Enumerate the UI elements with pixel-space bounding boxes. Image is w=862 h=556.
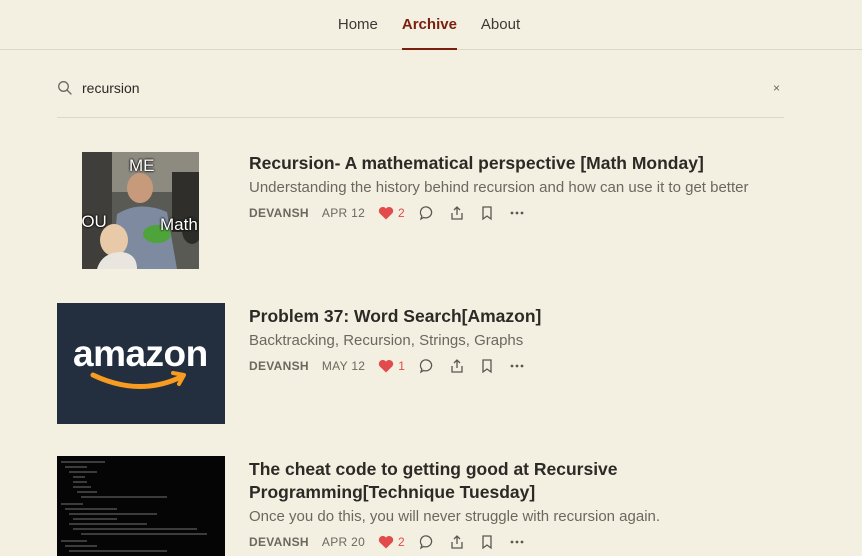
post-title-line: The cheat code to getting good at Recurs… (249, 459, 618, 479)
like-count: 2 (398, 535, 406, 549)
more-icon (510, 364, 524, 368)
search-bar: × (57, 72, 784, 118)
post-title[interactable]: The cheat code to getting good at Recurs… (249, 458, 789, 504)
post-title[interactable]: Problem 37: Word Search[Amazon] (249, 305, 789, 328)
like-count: 1 (398, 359, 406, 373)
post-subtitle: Once you do this, you will never struggl… (249, 508, 661, 525)
tab-about[interactable]: About (469, 0, 532, 49)
more-icon (510, 211, 524, 215)
code-screenshot-image (61, 461, 207, 552)
post-meta: DEVANSH APR 20 2 (249, 534, 789, 550)
comment-icon (420, 359, 433, 374)
bookmark-icon (482, 535, 492, 550)
tab-archive[interactable]: Archive (390, 0, 469, 50)
post-meta: DEVANSH APR 12 2 (249, 205, 789, 221)
post-meta: DEVANSH MAY 12 1 (249, 358, 789, 374)
comment-button[interactable] (419, 534, 435, 550)
heart-icon (379, 359, 394, 373)
amazon-smile-icon (90, 371, 186, 389)
share-button[interactable] (449, 358, 465, 374)
post-date: APR 12 (321, 206, 366, 220)
like-button[interactable]: 2 (378, 535, 405, 549)
post-title[interactable]: Recursion- A mathematical perspective [M… (249, 152, 789, 175)
heart-icon (378, 206, 394, 220)
more-options-button[interactable] (509, 205, 525, 221)
search-icon (58, 80, 72, 95)
like-count: 2 (398, 206, 406, 220)
post-author[interactable]: DEVANSH (249, 359, 309, 373)
share-icon (451, 206, 463, 220)
post-author[interactable]: DEVANSH (249, 206, 309, 220)
post-subtitle: Backtracking, Recursion, Strings, Graphs (249, 332, 524, 349)
heart-icon (378, 535, 394, 549)
post-subtitle: Understanding the history behind recursi… (249, 179, 749, 196)
post-item: amazon Problem 37: Word Search[Amazon] B… (57, 303, 797, 425)
meme-text-right: Math (160, 215, 198, 234)
post-item: The cheat code to getting good at Recurs… (57, 456, 797, 556)
comment-icon (419, 206, 433, 221)
share-button[interactable] (449, 205, 465, 221)
share-button[interactable] (449, 534, 465, 550)
more-icon (510, 540, 524, 544)
post-date: APR 20 (321, 535, 366, 549)
bookmark-button[interactable] (479, 358, 495, 374)
post-title-line: Programming[Technique Tuesday] (249, 482, 536, 502)
comment-button[interactable] (419, 205, 435, 221)
share-icon (451, 535, 463, 549)
comment-icon (419, 535, 433, 550)
comment-button[interactable] (419, 358, 435, 374)
meme-text-left: YOU (82, 212, 107, 231)
post-thumbnail[interactable]: amazon (57, 303, 225, 424)
bookmark-icon (482, 359, 492, 374)
post-date: MAY 12 (321, 359, 366, 373)
top-nav: Home Archive About (0, 0, 862, 50)
bookmark-button[interactable] (479, 534, 495, 550)
meme-text-top: ME (129, 156, 155, 175)
bookmark-button[interactable] (479, 205, 495, 221)
more-options-button[interactable] (509, 534, 525, 550)
clear-search-button[interactable]: × (773, 81, 780, 95)
like-button[interactable]: 1 (378, 359, 405, 373)
bookmark-icon (482, 206, 492, 221)
post-author[interactable]: DEVANSH (249, 535, 309, 549)
post-thumbnail[interactable] (57, 456, 225, 556)
post-thumbnail[interactable]: ME YOU Math (82, 152, 199, 269)
share-icon (451, 359, 463, 373)
like-button[interactable]: 2 (378, 206, 405, 220)
search-input[interactable] (82, 79, 722, 96)
post-item: ME YOU Math Recursion- A mathematical pe… (57, 152, 797, 272)
tab-home[interactable]: Home (326, 0, 390, 49)
more-options-button[interactable] (509, 358, 525, 374)
